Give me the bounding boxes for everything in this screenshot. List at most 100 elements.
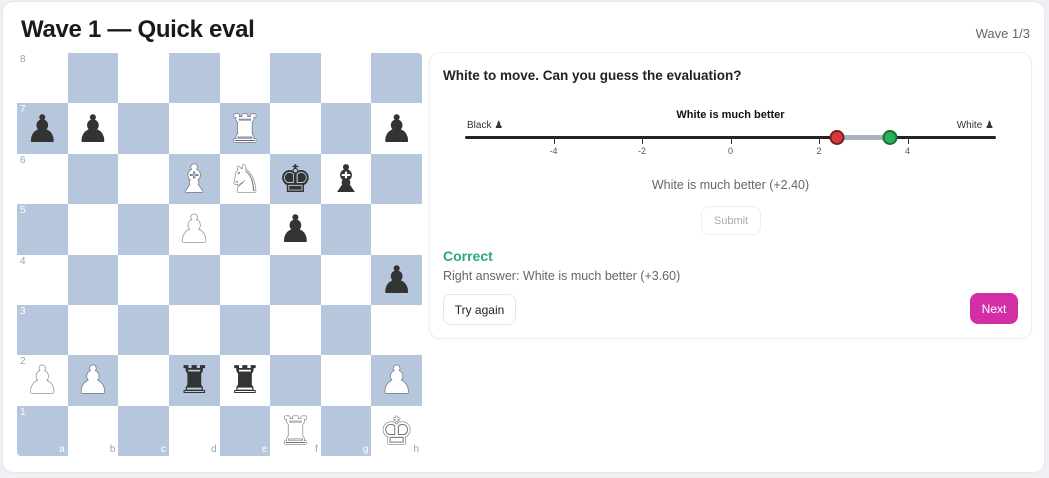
white-pawn-icon[interactable]: ♟ (76, 361, 110, 399)
chess-board[interactable]: 8 7 ♟ ♟ ♜ ♟ 6 ♝ ♞ ♚ ♝ 5 ♟ ♟ 4 ♟ 3 2 ♟ ♟ ♜ ♜ ♟ 1 a b c d e f ♜ g h ♚ (17, 53, 422, 456)
file-label: f (314, 444, 318, 455)
square-d2[interactable]: ♜ (168, 355, 220, 406)
square-f4[interactable] (270, 254, 321, 305)
square-b4[interactable] (67, 254, 119, 305)
black-pawn-icon: ♟ (75, 106, 110, 151)
square-c3[interactable] (118, 304, 169, 356)
square-e1[interactable]: e (219, 405, 271, 456)
rank-label: 2 (20, 356, 26, 368)
square-h5[interactable] (371, 204, 422, 255)
square-g5[interactable] (320, 204, 372, 255)
square-b6[interactable] (67, 153, 119, 205)
question-prompt: White to move. Can you guess the evaluat… (443, 68, 742, 83)
square-d6[interactable]: ♝ (168, 153, 220, 205)
black-pawn-icon: ♟ (379, 257, 414, 302)
white-king-icon[interactable]: ♚ (380, 412, 414, 450)
square-f1[interactable]: f ♜ (270, 405, 321, 456)
square-a8[interactable]: 8 (17, 53, 68, 104)
square-e7[interactable]: ♜ (219, 103, 271, 154)
slider-tick-label: -4 (549, 146, 558, 156)
white-knight-icon[interactable]: ♞ (228, 160, 262, 198)
square-f8[interactable] (270, 53, 321, 104)
white-rook-icon[interactable]: ♜ (278, 412, 312, 450)
black-king-icon: ♚ (278, 156, 313, 201)
square-h6[interactable] (371, 153, 422, 205)
rank-label: 4 (20, 255, 26, 267)
square-e3[interactable] (219, 304, 271, 356)
white-pawn-icon[interactable]: ♟ (25, 361, 59, 399)
square-c5[interactable] (118, 204, 169, 255)
square-a6[interactable]: 6 (17, 153, 68, 205)
square-b5[interactable] (67, 204, 119, 255)
square-b8[interactable] (67, 53, 119, 104)
square-h2[interactable]: ♟ (371, 355, 422, 406)
square-h4[interactable]: ♟ (371, 254, 422, 305)
white-rook-icon[interactable]: ♜ (228, 110, 262, 148)
square-e5[interactable] (219, 204, 271, 255)
square-f7[interactable] (270, 103, 321, 154)
square-e4[interactable] (219, 254, 271, 305)
submit-button[interactable]: Submit (701, 206, 761, 235)
black-bishop-icon: ♝ (329, 156, 364, 201)
square-e2[interactable]: ♜ (219, 355, 271, 406)
page-title: Wave 1 — Quick eval (21, 16, 255, 43)
square-d1[interactable]: d (168, 405, 220, 456)
square-g1[interactable]: g (320, 405, 372, 456)
slider-tick-label: 4 (904, 146, 911, 156)
rank-label: 6 (20, 154, 26, 166)
square-e6[interactable]: ♞ (219, 153, 271, 205)
square-d8[interactable] (168, 53, 220, 104)
square-h7[interactable]: ♟ (371, 103, 422, 154)
square-f3[interactable] (270, 304, 321, 356)
square-d3[interactable] (168, 304, 220, 356)
square-g3[interactable] (320, 304, 372, 356)
try-again-button[interactable]: Try again (443, 294, 516, 325)
square-c7[interactable] (118, 103, 169, 154)
white-pawn-icon[interactable]: ♟ (177, 210, 211, 248)
square-h8[interactable] (371, 53, 422, 104)
file-label: h (413, 444, 419, 455)
square-g2[interactable] (320, 355, 372, 406)
next-button[interactable]: Next (970, 293, 1018, 324)
result-status: Correct (443, 248, 493, 264)
square-e8[interactable] (219, 53, 271, 104)
square-b3[interactable] (67, 304, 119, 356)
square-g4[interactable] (320, 254, 372, 305)
square-d7[interactable] (168, 103, 220, 154)
white-end-label: White ♟ (956, 120, 994, 131)
guess-handle[interactable] (829, 130, 845, 145)
black-rook-icon: ♜ (227, 358, 262, 403)
white-pawn-icon[interactable]: ♟ (380, 361, 414, 399)
square-a7[interactable]: 7 ♟ (17, 103, 68, 154)
square-a2[interactable]: 2 ♟ (17, 355, 68, 406)
square-g6[interactable]: ♝ (320, 153, 372, 205)
square-g7[interactable] (320, 103, 372, 154)
square-g8[interactable] (320, 53, 372, 104)
eval-slider[interactable]: White is much better Black ♟ White ♟ -4 -… (465, 108, 996, 178)
square-f5[interactable]: ♟ (270, 204, 321, 255)
square-b1[interactable]: b (67, 405, 119, 456)
square-a5[interactable]: 5 (17, 204, 68, 255)
square-a4[interactable]: 4 (17, 254, 68, 305)
slider-tick-label: 2 (816, 146, 822, 156)
slider-tick (642, 139, 643, 144)
square-c2[interactable] (118, 355, 169, 406)
square-a3[interactable]: 3 (17, 304, 68, 356)
square-c1[interactable]: c (118, 405, 169, 456)
file-label: b (109, 444, 116, 455)
slider-tick (730, 139, 732, 144)
square-b2[interactable]: ♟ (67, 355, 119, 406)
square-c8[interactable] (118, 53, 169, 104)
white-bishop-icon[interactable]: ♝ (177, 160, 211, 198)
square-a1[interactable]: 1a (17, 405, 68, 456)
square-c4[interactable] (118, 254, 169, 305)
square-c6[interactable] (118, 153, 169, 205)
square-d4[interactable] (168, 254, 220, 305)
square-h1[interactable]: h ♚ (371, 405, 422, 456)
square-h3[interactable] (371, 304, 422, 356)
square-b7[interactable]: ♟ (67, 103, 119, 154)
square-f6[interactable]: ♚ (270, 153, 321, 205)
square-f2[interactable] (270, 355, 321, 406)
square-d5[interactable]: ♟ (168, 204, 220, 255)
file-label: a (59, 444, 65, 455)
